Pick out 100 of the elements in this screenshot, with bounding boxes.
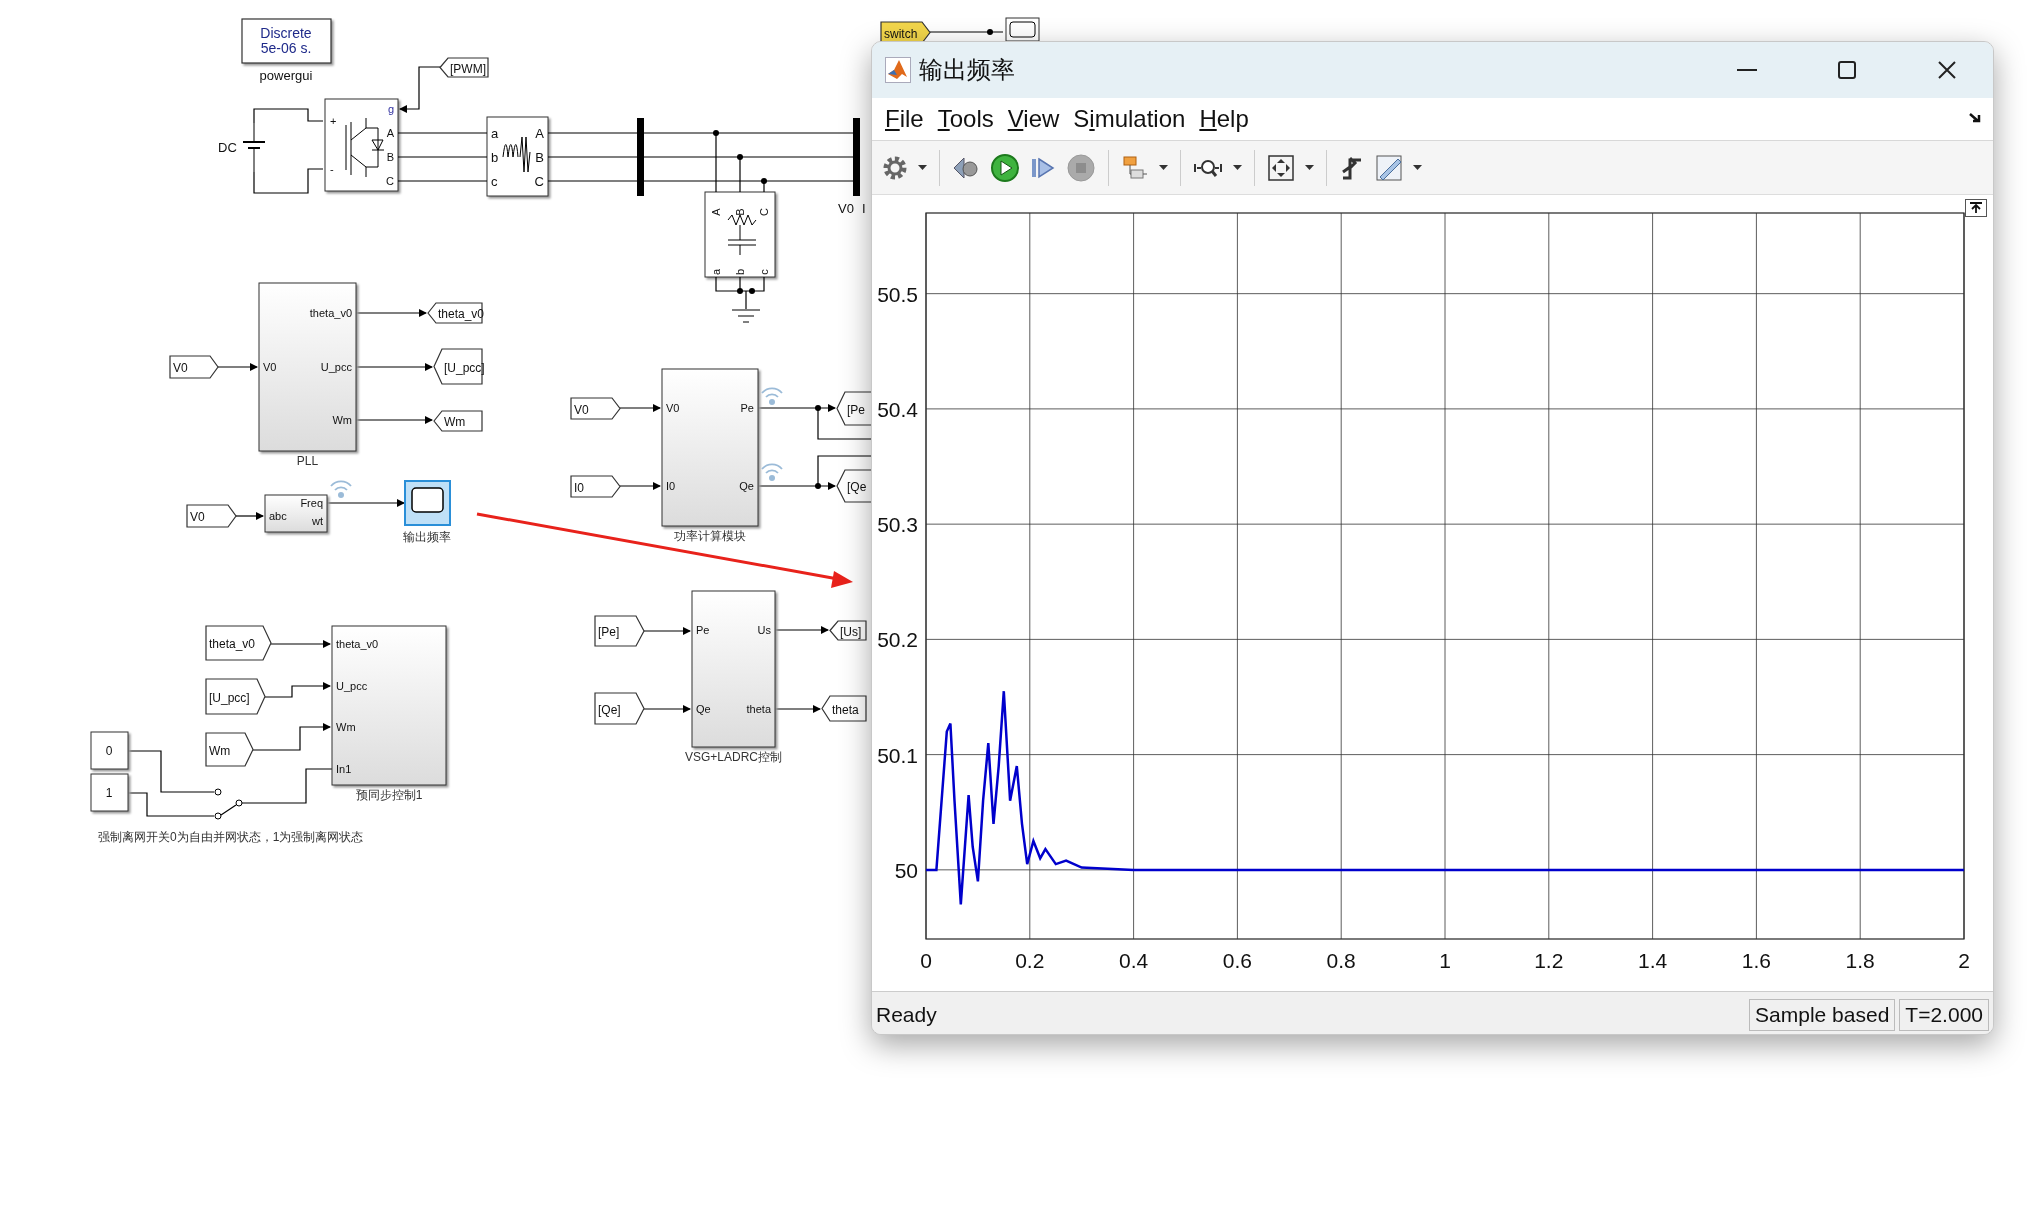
matlab-logo-icon — [885, 57, 911, 83]
block-label: I — [862, 201, 866, 216]
dropdown-button[interactable] — [1157, 163, 1170, 172]
port-label: Wm — [336, 721, 356, 733]
from-tag[interactable]: [U_pcc] — [205, 678, 266, 715]
axis-tick-label: 50.1 — [877, 743, 918, 767]
menu-item[interactable]: View — [1000, 105, 1067, 133]
caret-icon — [918, 165, 927, 170]
scope-block[interactable] — [1005, 17, 1040, 42]
annotation-text: 强制离网开关0为自由并网状态，1为强制离网状态 — [98, 830, 364, 844]
undock-button[interactable] — [1965, 199, 1987, 217]
port-label: theta — [746, 703, 771, 715]
port-label: V0 — [263, 361, 277, 373]
caret-icon — [1305, 165, 1314, 170]
block-label: 输出频率 — [403, 530, 451, 544]
goto-tag[interactable]: [Us] — [829, 620, 867, 641]
signal-line — [399, 66, 441, 113]
port-label: Us — [757, 624, 771, 636]
port-label: Pe — [740, 402, 754, 414]
block-label: 功率计算模块 — [674, 529, 746, 543]
port-label: A — [386, 127, 394, 139]
subsystem-block[interactable] — [691, 590, 776, 748]
menu-item[interactable]: File — [878, 105, 931, 133]
axis-tick-label: 50.5 — [877, 282, 918, 306]
subsystem-block[interactable] — [331, 625, 447, 786]
battery-icon[interactable] — [242, 122, 266, 173]
from-tag[interactable]: V0 — [169, 355, 219, 379]
block-label: DC — [218, 140, 237, 155]
dropdown-button[interactable] — [1411, 163, 1424, 172]
goto-tag[interactable]: theta — [821, 695, 867, 722]
dropdown-button[interactable] — [916, 163, 929, 172]
dropdown-button[interactable] — [1231, 163, 1244, 172]
axis-tick-label: 50.4 — [877, 397, 918, 421]
goto-tag[interactable]: [PWM] — [439, 57, 489, 78]
caret-icon — [1413, 165, 1422, 170]
constant-block[interactable]: 0 — [90, 731, 129, 770]
menu-item[interactable]: Tools — [930, 105, 1001, 133]
filter-block[interactable] — [486, 116, 549, 197]
subsystem-block[interactable] — [258, 282, 357, 452]
goto-tag[interactable]: Wm — [433, 410, 483, 432]
port-label: C — [386, 175, 394, 187]
port-label: Pe — [696, 624, 710, 636]
block-label: powergui — [259, 68, 313, 83]
status-field: T=2.000 — [1899, 998, 1989, 1031]
signal-line — [355, 309, 427, 317]
signal-line — [643, 705, 691, 713]
caret-icon — [1233, 165, 1242, 170]
axis-tick-label: 0.2 — [1015, 949, 1045, 972]
from-tag[interactable]: V0 — [570, 397, 621, 420]
from-tag[interactable]: [Pe] — [594, 615, 645, 647]
axis-tick-label: 1.2 — [1534, 949, 1564, 972]
junction-dot — [815, 483, 821, 489]
axis-tick-label: 0.4 — [1119, 949, 1149, 972]
from-tag[interactable]: [Qe] — [594, 692, 645, 725]
from-tag[interactable]: theta_v0 — [205, 625, 272, 661]
menu-item[interactable]: Simulation — [1066, 105, 1193, 133]
load-block[interactable] — [704, 191, 776, 278]
axis-tick-label: 1.4 — [1638, 949, 1668, 972]
port-label: Freq — [300, 497, 323, 509]
goto-tag[interactable]: [U_pcc] — [433, 348, 485, 385]
goto-tag[interactable]: theta_v0 — [427, 302, 485, 324]
inverter-block[interactable] — [324, 98, 399, 192]
block-diagram-icon — [1121, 153, 1149, 182]
axis-tick-label: 0.6 — [1222, 949, 1252, 972]
signal-line — [217, 363, 258, 371]
axis-tick-label: 50 — [894, 858, 918, 882]
caret-icon — [1159, 165, 1168, 170]
undock-arrow-icon[interactable] — [1969, 113, 1983, 125]
from-tag[interactable]: switch — [880, 21, 931, 44]
switch-contact — [214, 812, 222, 820]
port-label: U_pcc — [320, 361, 352, 373]
port-label: B — [734, 208, 746, 216]
port-label: - — [330, 163, 334, 175]
port-label: C — [758, 208, 770, 216]
dropdown-button[interactable] — [1303, 163, 1316, 172]
menu-item[interactable]: Help — [1192, 105, 1256, 133]
signal-line — [220, 804, 237, 816]
from-tag[interactable]: Wm — [205, 732, 254, 767]
port-label: In1 — [336, 763, 352, 775]
signal-line — [270, 640, 331, 648]
junction-dot — [737, 154, 743, 160]
subsystem-block[interactable] — [264, 494, 328, 533]
junction-dot — [815, 405, 821, 411]
window-title: 输出频率 — [919, 55, 1015, 85]
port-label: V0 — [666, 402, 680, 414]
junction-dot — [737, 288, 743, 294]
port-label: c — [758, 269, 770, 275]
arrow-up-icon — [1969, 202, 1983, 214]
scope-block[interactable] — [404, 480, 451, 526]
port-label: B — [535, 150, 544, 165]
port-label: Qe — [739, 480, 754, 492]
subsystem-block[interactable] — [661, 368, 759, 527]
port-label: c — [491, 174, 498, 189]
port-label: A — [710, 208, 722, 216]
powergui-block[interactable]: Discrete 5e-06 s. — [241, 18, 332, 64]
minimize-icon — [1737, 69, 1757, 71]
from-tag[interactable]: V0 — [186, 504, 237, 528]
axis-tick-label: 2 — [1958, 949, 1970, 972]
constant-block[interactable]: 1 — [90, 773, 129, 812]
from-tag[interactable]: I0 — [570, 475, 621, 498]
